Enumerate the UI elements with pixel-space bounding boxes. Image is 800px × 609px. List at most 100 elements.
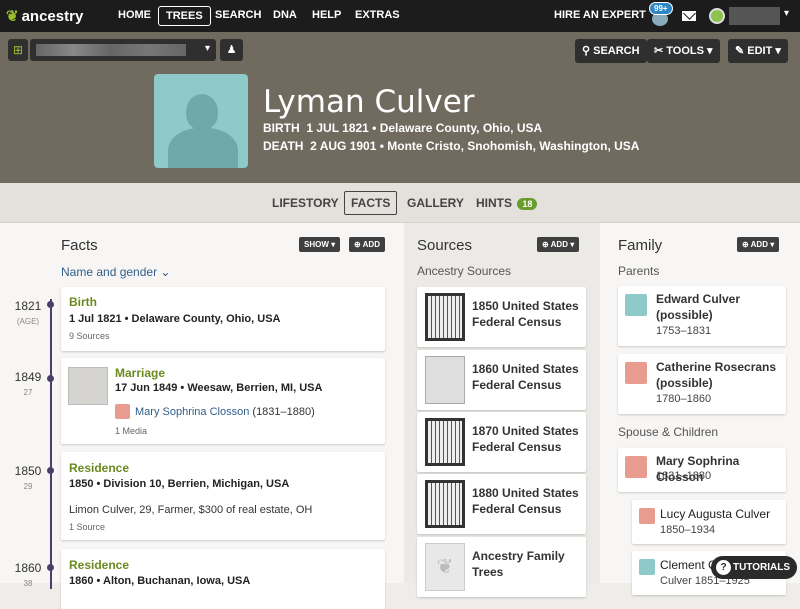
fact-year: 1850 bbox=[14, 464, 42, 478]
birth-value: 1 JUL 1821 • Delaware County, Ohio, USA bbox=[306, 121, 543, 135]
spouse-link[interactable]: Mary Sophrina Closson (1831–1880) bbox=[135, 406, 315, 418]
show-button[interactable]: SHOW ▾ bbox=[299, 237, 341, 252]
person-settings-icon[interactable]: ♟ bbox=[220, 39, 243, 61]
chevron-down-icon: ⌄ bbox=[160, 265, 171, 279]
person-dates: 1850–1934 bbox=[660, 524, 716, 536]
tab-hints[interactable]: HINTS 18 bbox=[476, 196, 538, 210]
family-card-mother[interactable]: Catherine Rosecrans (possible) 1780–1860 bbox=[618, 354, 786, 414]
fact-title: Marriage bbox=[115, 366, 166, 380]
timeline-dot bbox=[47, 564, 54, 571]
fact-sources[interactable]: 9 Sources bbox=[69, 331, 110, 341]
family-card-father[interactable]: Edward Culver (possible) 1753–1831 bbox=[618, 286, 786, 346]
edit-button[interactable]: ✎ EDIT ▾ bbox=[728, 39, 788, 63]
facts-title: Facts bbox=[61, 237, 98, 254]
fact-title: Birth bbox=[69, 295, 97, 309]
fact-card-marriage[interactable]: Marriage 17 Jun 1849 • Weesaw, Berrien, … bbox=[61, 358, 385, 444]
tree-selector[interactable]: ▾ bbox=[30, 39, 216, 61]
female-person-icon bbox=[639, 508, 655, 524]
fact-card-residence-1850[interactable]: Residence 1850 • Division 10, Berrien, M… bbox=[61, 452, 385, 540]
census-thumbnail bbox=[425, 356, 465, 404]
fact-card-residence-1860[interactable]: Residence 1860 • Alton, Buchanan, Iowa, … bbox=[61, 549, 385, 609]
mail-icon[interactable] bbox=[682, 11, 696, 21]
tab-gallery[interactable]: GALLERY bbox=[407, 196, 464, 210]
tree-icon[interactable]: ⊞ bbox=[8, 39, 28, 61]
person-name: Lyman Culver bbox=[263, 84, 475, 120]
nav-trees[interactable]: TREES bbox=[158, 6, 211, 26]
fact-year: 1821 bbox=[14, 299, 42, 313]
add-family-button[interactable]: ⊕ ADD ▾ bbox=[737, 237, 780, 252]
search-label: SEARCH bbox=[593, 45, 640, 57]
tutorials-label: TUTORIALS bbox=[733, 562, 791, 573]
source-card[interactable]: ❦ Ancestry Family Trees bbox=[417, 537, 586, 597]
fact-detail: 1850 • Division 10, Berrien, Michigan, U… bbox=[69, 478, 290, 490]
source-card[interactable]: 1860 United States Federal Census bbox=[417, 350, 586, 410]
family-card-spouse[interactable]: Mary Sophrina Closson 1831–1880 bbox=[618, 448, 786, 492]
marriage-record-thumbnail[interactable] bbox=[68, 367, 108, 405]
fact-sources[interactable]: 1 Source bbox=[69, 522, 105, 532]
nav-search[interactable]: SEARCH bbox=[215, 9, 261, 21]
birth-label: BIRTH bbox=[263, 121, 300, 135]
fact-media[interactable]: 1 Media bbox=[115, 426, 147, 436]
source-title: 1850 United States Federal Census bbox=[472, 299, 579, 329]
tab-lifestory[interactable]: LIFESTORY bbox=[272, 196, 339, 210]
timeline-dot bbox=[47, 375, 54, 382]
fact-title: Residence bbox=[69, 461, 130, 475]
nav-home[interactable]: HOME bbox=[118, 9, 151, 21]
tutorials-button[interactable]: ? TUTORIALS bbox=[711, 556, 797, 579]
source-card[interactable]: 1870 United States Federal Census bbox=[417, 412, 586, 472]
logo-text: ancestry bbox=[21, 7, 84, 25]
parents-label: Parents bbox=[618, 264, 660, 278]
census-thumbnail bbox=[425, 418, 465, 466]
source-title: 1870 United States Federal Census bbox=[472, 424, 579, 454]
fact-card-birth[interactable]: Birth 1 Jul 1821 • Delaware County, Ohio… bbox=[61, 287, 385, 351]
add-label: ADD bbox=[550, 240, 568, 249]
notification-badge: 99+ bbox=[649, 2, 673, 15]
main-content: Facts SHOW ▾ ⊕ ADD Name and gender ⌄ 182… bbox=[0, 223, 800, 609]
username-redacted[interactable] bbox=[729, 7, 780, 25]
person-name: Clement C bbox=[660, 558, 717, 572]
tab-facts[interactable]: FACTS bbox=[344, 191, 398, 215]
spouse-name: Mary Sophrina Closson bbox=[135, 406, 250, 418]
user-avatar[interactable] bbox=[709, 8, 725, 24]
search-button[interactable]: ⚲ SEARCH bbox=[575, 39, 647, 63]
sources-title: Sources bbox=[417, 237, 473, 254]
female-person-icon bbox=[625, 456, 647, 478]
add-label: ADD bbox=[750, 240, 768, 249]
ancestry-sources-label: Ancestry Sources bbox=[417, 264, 512, 278]
nav-dna[interactable]: DNA bbox=[273, 9, 297, 21]
fact-age: 29 bbox=[23, 482, 33, 491]
ancestry-logo[interactable]: ❦ ancestry bbox=[6, 7, 84, 26]
fact-detail: 1 Jul 1821 • Delaware County, Ohio, USA bbox=[69, 313, 281, 325]
add-source-button[interactable]: ⊕ ADD ▾ bbox=[537, 237, 580, 252]
pencil-icon: ✎ bbox=[735, 45, 748, 57]
add-fact-button[interactable]: ⊕ ADD bbox=[349, 237, 385, 252]
family-title: Family bbox=[618, 237, 663, 254]
source-card[interactable]: 1880 United States Federal Census bbox=[417, 474, 586, 534]
profile-photo-placeholder[interactable] bbox=[154, 74, 248, 168]
hire-expert-link[interactable]: HIRE AN EXPERT bbox=[554, 9, 646, 21]
nav-extras[interactable]: EXTRAS bbox=[355, 9, 400, 21]
source-title: Ancestry Family Trees bbox=[472, 549, 565, 579]
fact-age: 38 bbox=[23, 579, 33, 588]
census-thumbnail bbox=[425, 480, 465, 528]
fact-age: 27 bbox=[23, 388, 33, 397]
chevron-down-icon[interactable]: ▾ bbox=[784, 8, 789, 19]
plus-icon: ⊕ bbox=[354, 240, 363, 249]
family-tree-leaf-icon: ❦ bbox=[425, 543, 465, 591]
source-card[interactable]: 1850 United States Federal Census bbox=[417, 287, 586, 347]
name-and-gender-toggle[interactable]: Name and gender ⌄ bbox=[61, 265, 170, 279]
female-person-icon bbox=[115, 404, 130, 419]
male-person-icon bbox=[639, 559, 655, 575]
family-card-child[interactable]: Lucy Augusta Culver 1850–1934 bbox=[632, 500, 786, 544]
tree-name-redacted bbox=[36, 44, 186, 56]
tools-button[interactable]: ✂ TOOLS ▾ bbox=[647, 39, 720, 63]
fact-title: Residence bbox=[69, 558, 130, 572]
person-dates: 1753–1831 bbox=[656, 325, 712, 337]
death-line: DEATH 2 AUG 1901 • Monte Cristo, Snohomi… bbox=[263, 139, 639, 153]
person-name: Edward Culver (possible) bbox=[656, 292, 741, 322]
timeline-line bbox=[50, 299, 52, 589]
name-gender-label: Name and gender bbox=[61, 265, 158, 279]
top-nav: ❦ ancestry HOME TREES SEARCH DNA HELP EXT… bbox=[0, 0, 800, 32]
nav-help[interactable]: HELP bbox=[312, 9, 341, 21]
census-thumbnail bbox=[425, 293, 465, 341]
